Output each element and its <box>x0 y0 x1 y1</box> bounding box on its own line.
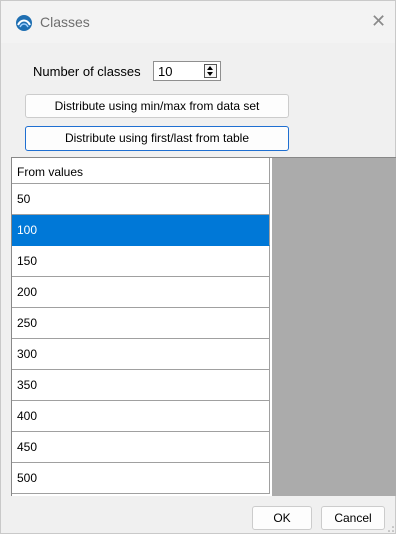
close-icon[interactable]: ✕ <box>371 11 386 31</box>
map-layer-icon <box>16 15 32 31</box>
number-of-classes-stepper[interactable]: 10 <box>153 61 221 81</box>
number-of-classes-label: Number of classes <box>33 64 141 79</box>
window-title: Classes <box>40 14 90 30</box>
table-row[interactable]: 250 <box>12 308 270 339</box>
resize-grip-icon[interactable] <box>386 524 394 532</box>
table-row-selected[interactable]: 100 <box>12 215 270 246</box>
number-of-classes-value[interactable]: 10 <box>158 64 172 79</box>
classes-table[interactable]: From values 50 100 150 200 250 300 350 4… <box>11 157 396 496</box>
distribute-minmax-button[interactable]: Distribute using min/max from data set <box>25 94 289 118</box>
table-row[interactable]: 200 <box>12 277 270 308</box>
ok-button[interactable]: OK <box>252 506 312 530</box>
distribute-firstlast-button[interactable]: Distribute using first/last from table <box>25 126 289 151</box>
table-row[interactable]: 400 <box>12 401 270 432</box>
table-row[interactable]: 450 <box>12 432 270 463</box>
stepper-down-icon[interactable] <box>207 72 213 76</box>
table-row[interactable]: 300 <box>12 339 270 370</box>
from-values-column: From values 50 100 150 200 250 300 350 4… <box>12 158 272 496</box>
table-row[interactable]: 350 <box>12 370 270 401</box>
title-bar: Classes ✕ <box>1 1 395 43</box>
stepper-up-icon[interactable] <box>207 66 213 70</box>
table-row[interactable]: 150 <box>12 246 270 277</box>
table-row[interactable]: 500 <box>12 463 270 494</box>
stepper-buttons[interactable] <box>204 64 217 78</box>
table-row[interactable]: 50 <box>12 184 270 215</box>
column-header-from-values[interactable]: From values <box>12 158 270 184</box>
classes-dialog: Classes ✕ Number of classes 10 Distribut… <box>0 0 396 534</box>
cancel-button[interactable]: Cancel <box>321 506 385 530</box>
